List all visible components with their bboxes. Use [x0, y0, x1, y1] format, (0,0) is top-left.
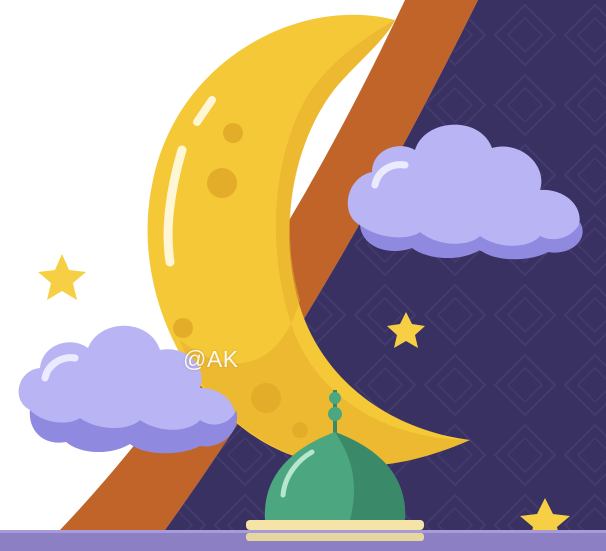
- ramadan-illustration: [0, 0, 606, 551]
- illustration-canvas: @AK: [0, 0, 606, 551]
- watermark-text: @AK: [183, 346, 239, 372]
